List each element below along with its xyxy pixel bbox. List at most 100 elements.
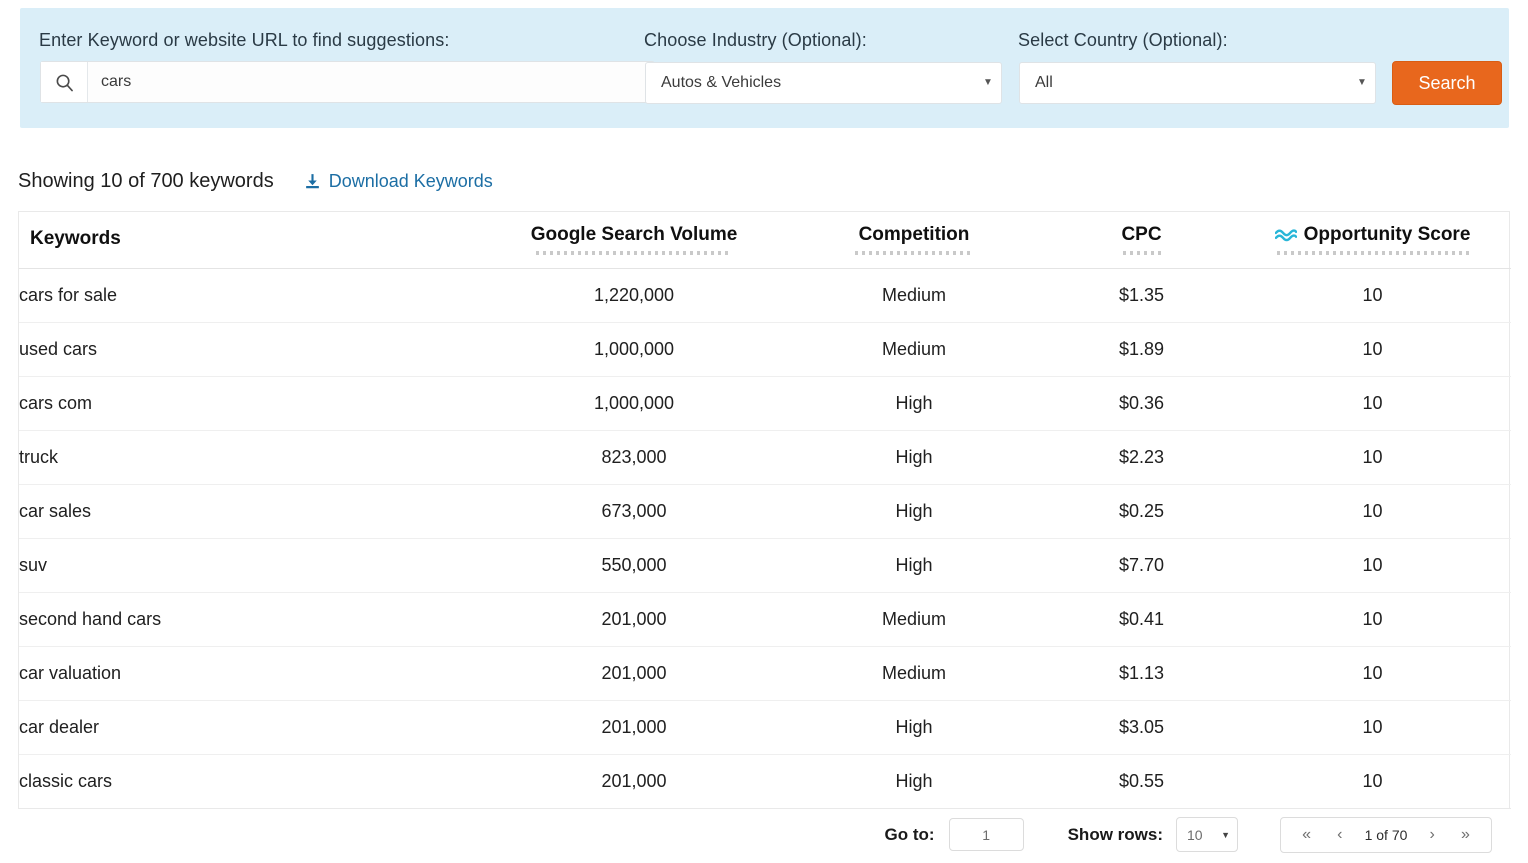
column-header-competition-label: Competition [859, 225, 970, 246]
table-row[interactable]: cars for sale1,220,000Medium$1.3510 [19, 268, 1511, 322]
country-field-label: Select Country (Optional): [1018, 30, 1228, 51]
column-header-keywords-label: Keywords [30, 229, 121, 250]
table-row[interactable]: second hand cars201,000Medium$0.4110 [19, 592, 1511, 646]
keyword-cell: used cars [19, 322, 489, 376]
competition-cell: High [779, 376, 1049, 430]
competition-cell: Medium [779, 592, 1049, 646]
rows-per-page-value: 10 [1187, 827, 1203, 843]
chevron-down-icon: ▼ [975, 78, 1001, 88]
opportunity-score-cell: 10 [1234, 754, 1511, 808]
search-volume-cell: 201,000 [489, 700, 779, 754]
search-button[interactable]: Search [1392, 61, 1502, 105]
download-keywords-label: Download Keywords [329, 171, 493, 192]
cpc-cell: $1.35 [1049, 268, 1234, 322]
previous-page-button[interactable]: ‹ [1333, 827, 1346, 843]
table-row[interactable]: suv550,000High$7.7010 [19, 538, 1511, 592]
competition-cell: Medium [779, 646, 1049, 700]
column-header-opportunity-score-label: Opportunity Score [1304, 225, 1471, 246]
search-volume-cell: 1,220,000 [489, 268, 779, 322]
search-input[interactable] [88, 62, 654, 102]
table-row[interactable]: car valuation201,000Medium$1.1310 [19, 646, 1511, 700]
cpc-cell: $0.55 [1049, 754, 1234, 808]
opportunity-score-cell: 10 [1234, 484, 1511, 538]
table-row[interactable]: classic cars201,000High$0.5510 [19, 754, 1511, 808]
download-icon [304, 173, 321, 190]
competition-cell: High [779, 754, 1049, 808]
chevron-down-icon: ▼ [1221, 830, 1230, 840]
search-icon[interactable] [41, 62, 88, 102]
column-header-cpc[interactable]: CPC [1049, 212, 1234, 268]
sort-indicator-cpc[interactable] [1123, 251, 1161, 255]
cpc-cell: $3.05 [1049, 700, 1234, 754]
opportunity-score-cell: 10 [1234, 592, 1511, 646]
next-page-button[interactable]: › [1426, 827, 1439, 843]
keyword-cell: classic cars [19, 754, 489, 808]
sort-indicator-competition[interactable] [855, 251, 973, 255]
column-header-opportunity-score[interactable]: Opportunity Score [1234, 212, 1511, 268]
keyword-cell: cars com [19, 376, 489, 430]
sort-indicator-opportunity-score[interactable] [1277, 251, 1469, 255]
opportunity-score-cell: 10 [1234, 646, 1511, 700]
keyword-cell: truck [19, 430, 489, 484]
industry-select[interactable]: Autos & Vehicles ▼ [645, 62, 1002, 104]
showing-count-text: Showing 10 of 700 keywords [18, 170, 274, 193]
country-select[interactable]: All ▼ [1019, 62, 1376, 104]
search-volume-cell: 1,000,000 [489, 322, 779, 376]
sort-indicator-search-volume[interactable] [536, 251, 732, 255]
keyword-cell: suv [19, 538, 489, 592]
cpc-cell: $0.41 [1049, 592, 1234, 646]
first-page-button[interactable]: « [1298, 827, 1315, 843]
industry-field-label: Choose Industry (Optional): [644, 30, 867, 51]
goto-page-input[interactable] [949, 818, 1024, 851]
country-select-value: All [1020, 74, 1349, 92]
competition-cell: High [779, 484, 1049, 538]
column-header-cpc-label: CPC [1121, 225, 1161, 246]
keyword-cell: car dealer [19, 700, 489, 754]
table-head: Keywords Google Search Volume Competitio… [19, 212, 1511, 268]
search-volume-cell: 673,000 [489, 484, 779, 538]
column-header-competition[interactable]: Competition [779, 212, 1049, 268]
page-indicator: 1 of 70 [1365, 827, 1408, 843]
keywords-table-container: Keywords Google Search Volume Competitio… [18, 211, 1510, 809]
opportunity-score-cell: 10 [1234, 268, 1511, 322]
competition-cell: High [779, 700, 1049, 754]
competition-cell: High [779, 538, 1049, 592]
show-rows-group: Show rows: 10 ▼ [1068, 817, 1238, 852]
last-page-button[interactable]: » [1457, 827, 1474, 843]
opportunity-score-cell: 10 [1234, 700, 1511, 754]
cpc-cell: $7.70 [1049, 538, 1234, 592]
table-row[interactable]: car sales673,000High$0.2510 [19, 484, 1511, 538]
search-volume-cell: 201,000 [489, 754, 779, 808]
search-volume-cell: 823,000 [489, 430, 779, 484]
keyword-cell: car valuation [19, 646, 489, 700]
table-row[interactable]: car dealer201,000High$3.0510 [19, 700, 1511, 754]
keyword-cell: second hand cars [19, 592, 489, 646]
table-row[interactable]: truck823,000High$2.2310 [19, 430, 1511, 484]
rows-per-page-select[interactable]: 10 ▼ [1176, 817, 1238, 852]
column-header-search-volume[interactable]: Google Search Volume [489, 212, 779, 268]
cpc-cell: $0.25 [1049, 484, 1234, 538]
goto-label: Go to: [885, 825, 935, 845]
competition-cell: High [779, 430, 1049, 484]
opportunity-score-cell: 10 [1234, 376, 1511, 430]
cpc-cell: $1.89 [1049, 322, 1234, 376]
search-volume-cell: 1,000,000 [489, 376, 779, 430]
competition-cell: Medium [779, 322, 1049, 376]
industry-select-value: Autos & Vehicles [646, 74, 975, 92]
keyword-search-box[interactable] [40, 61, 655, 103]
download-keywords-link[interactable]: Download Keywords [304, 171, 493, 192]
goto-group: Go to: [885, 818, 1024, 851]
table-row[interactable]: used cars1,000,000Medium$1.8910 [19, 322, 1511, 376]
opportunity-score-cell: 10 [1234, 538, 1511, 592]
search-volume-cell: 201,000 [489, 646, 779, 700]
pagination: « ‹ 1 of 70 › » [1280, 817, 1492, 853]
column-header-keywords[interactable]: Keywords [19, 212, 489, 268]
search-volume-cell: 201,000 [489, 592, 779, 646]
column-header-search-volume-label: Google Search Volume [531, 225, 738, 246]
wave-icon [1275, 229, 1297, 242]
table-row[interactable]: cars com1,000,000High$0.3610 [19, 376, 1511, 430]
search-panel: Enter Keyword or website URL to find sug… [20, 8, 1509, 128]
show-rows-label: Show rows: [1068, 825, 1163, 845]
table-body: cars for sale1,220,000Medium$1.3510used … [19, 268, 1511, 808]
opportunity-score-cell: 10 [1234, 430, 1511, 484]
